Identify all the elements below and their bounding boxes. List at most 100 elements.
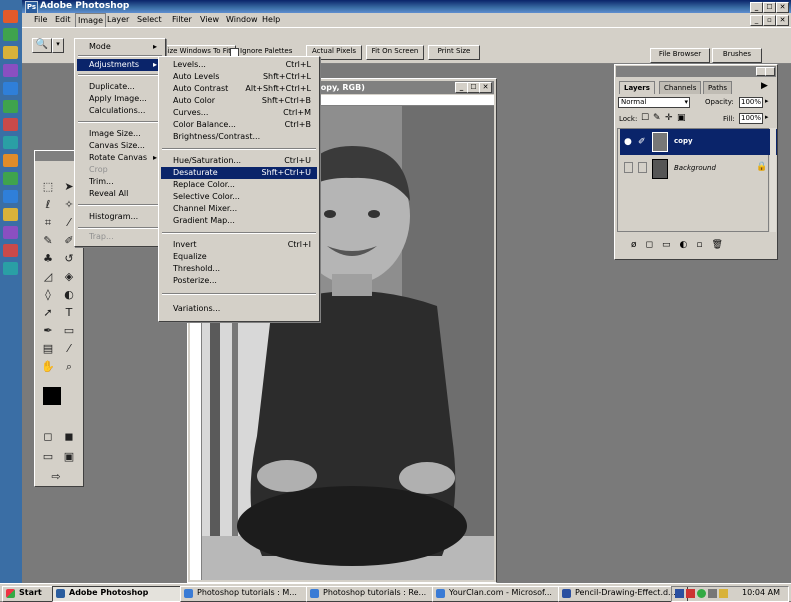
pen-tool-icon[interactable]: ✒ (39, 323, 57, 339)
hand-tool-icon[interactable]: ✋ (39, 359, 57, 375)
menu-item-rotate-canvas[interactable]: Rotate Canvas ▸ (77, 152, 163, 164)
menu-view[interactable]: View (200, 15, 219, 24)
zoom-tool-icon[interactable]: ⌕ (60, 359, 78, 375)
menu-item-levels[interactable]: Levels... Ctrl+L (161, 59, 317, 71)
tray-icon[interactable] (708, 589, 717, 598)
app-icon[interactable] (3, 208, 18, 221)
menu-item-posterize[interactable]: Posterize... (161, 275, 317, 287)
clock[interactable]: 10:04 AM (742, 587, 780, 599)
menu-item-gradient-map[interactable]: Gradient Map... (161, 215, 317, 227)
app-icon[interactable] (3, 10, 18, 23)
menu-item-reveal-all[interactable]: Reveal All (77, 188, 163, 200)
app-icon[interactable] (3, 28, 18, 41)
doc-close-button[interactable]: ✕ (776, 15, 789, 26)
menu-select[interactable]: Select (137, 15, 162, 24)
doc-restore-button[interactable]: ▫ (763, 15, 776, 26)
app-icon[interactable] (3, 172, 18, 185)
quick-mask-mode-icon[interactable]: ◼ (60, 429, 78, 445)
jump-to-imageready-icon[interactable]: ⇨ (47, 469, 65, 485)
foreground-color-swatch[interactable] (43, 387, 61, 405)
lock-all-icon[interactable]: ▣ (677, 113, 686, 123)
app-icon[interactable] (3, 64, 18, 77)
brushes-tab[interactable]: Brushes (712, 48, 762, 63)
palette-close-button[interactable] (765, 67, 775, 76)
menu-item-hue-saturation[interactable]: Hue/Saturation... Ctrl+U (161, 155, 317, 167)
layers-scrollbar[interactable] (770, 128, 776, 232)
lock-position-icon[interactable]: ✛ (665, 113, 673, 123)
full-screen-mode-icon[interactable]: ▣ (60, 449, 78, 465)
notes-tool-icon[interactable]: ▤ (39, 341, 57, 357)
menu-item-histogram[interactable]: Histogram... (77, 211, 163, 223)
paint-bucket-tool-icon[interactable]: ◈ (60, 269, 78, 285)
menu-help[interactable]: Help (262, 15, 280, 24)
minimize-button[interactable]: _ (750, 2, 763, 13)
tray-icon[interactable] (697, 589, 706, 598)
shape-tool-icon[interactable]: ▭ (60, 323, 78, 339)
menu-item-auto-levels[interactable]: Auto Levels Shft+Ctrl+L (161, 71, 317, 83)
healing-brush-tool-icon[interactable]: ✎ (39, 233, 57, 249)
layer-style-icon[interactable]: ø (631, 240, 646, 250)
taskbar-button-word[interactable]: Pencil-Drawing-Effect.d... (558, 586, 688, 602)
menu-layer[interactable]: Layer (107, 15, 129, 24)
layer-row[interactable]: Background 🔒 (620, 156, 777, 182)
menu-item-curves[interactable]: Curves... Ctrl+M (161, 107, 317, 119)
tab-channels[interactable]: Channels (659, 81, 702, 94)
tool-preset-dropdown[interactable]: ▾ (52, 38, 64, 53)
eye-slot[interactable] (624, 162, 633, 173)
eyedropper-tool-icon[interactable]: ⁄ (60, 341, 78, 357)
opacity-field[interactable]: 100% (739, 97, 763, 108)
menu-image[interactable]: Image (75, 13, 107, 28)
tray-icon[interactable] (675, 589, 684, 598)
adjustment-layer-icon[interactable]: ◐ (680, 240, 697, 250)
menu-item-apply-image[interactable]: Apply Image... (77, 93, 163, 105)
app-icon[interactable] (3, 226, 18, 239)
screen-mode-icon[interactable]: ▭ (39, 449, 57, 465)
menu-item-color-balance[interactable]: Color Balance... Ctrl+B (161, 119, 317, 131)
menu-item-variations[interactable]: Variations... (161, 303, 317, 315)
app-icon[interactable] (3, 244, 18, 257)
fill-field[interactable]: 100% (739, 113, 763, 124)
menu-file[interactable]: File (34, 15, 47, 24)
menu-window[interactable]: Window (226, 15, 258, 24)
menu-item-canvas-size[interactable]: Canvas Size... (77, 140, 163, 152)
menu-item-mode[interactable]: Mode ▸ (77, 41, 163, 53)
opacity-arrow-icon[interactable]: ▸ (765, 97, 769, 105)
menu-item-brightness-contrast[interactable]: Brightness/Contrast... (161, 131, 317, 143)
app-icon[interactable] (3, 100, 18, 113)
app-icon[interactable] (3, 154, 18, 167)
menu-item-invert[interactable]: Invert Ctrl+I (161, 239, 317, 251)
menu-item-threshold[interactable]: Threshold... (161, 263, 317, 275)
app-icon[interactable] (3, 262, 18, 275)
app-icon[interactable] (3, 136, 18, 149)
fill-arrow-icon[interactable]: ▸ (765, 113, 769, 121)
taskbar-button-photoshop[interactable]: Adobe Photoshop (52, 586, 194, 602)
trash-icon[interactable]: 🗑 (711, 240, 731, 250)
lasso-tool-icon[interactable]: ℓ (39, 197, 57, 213)
dodge-tool-icon[interactable]: ◐ (60, 287, 78, 303)
doc-minimize-button[interactable]: _ (750, 15, 763, 26)
new-set-icon[interactable]: ▭ (662, 240, 680, 250)
menu-item-equalize[interactable]: Equalize (161, 251, 317, 263)
maximize-button[interactable]: ☐ (763, 2, 776, 13)
blend-mode-select[interactable]: Normal ▾ (618, 97, 690, 108)
close-button[interactable]: ✕ (776, 2, 789, 13)
menu-item-auto-contrast[interactable]: Auto Contrast Alt+Shft+Ctrl+L (161, 83, 317, 95)
menu-filter[interactable]: Filter (172, 15, 192, 24)
crop-tool-icon[interactable]: ⌗ (39, 215, 57, 231)
menu-item-image-size[interactable]: Image Size... (77, 128, 163, 140)
tray-icon[interactable] (719, 589, 728, 598)
file-browser-tab[interactable]: File Browser (650, 48, 710, 63)
marquee-tool-icon[interactable]: ⬚ (39, 179, 57, 195)
print-size-button[interactable]: Print Size (428, 45, 480, 60)
menu-item-replace-color[interactable]: Replace Color... (161, 179, 317, 191)
blur-tool-icon[interactable]: ◊ (39, 287, 57, 303)
app-icon[interactable] (3, 46, 18, 59)
app-icon[interactable] (3, 82, 18, 95)
taskbar-button-ie-3[interactable]: YourClan.com - Microsof... (432, 586, 574, 602)
zoom-tool-icon[interactable]: 🔍 (32, 38, 52, 53)
lock-image-icon[interactable]: ✎ (653, 113, 661, 123)
menu-item-selective-color[interactable]: Selective Color... (161, 191, 317, 203)
menu-item-auto-color[interactable]: Auto Color Shft+Ctrl+B (161, 95, 317, 107)
eye-icon[interactable]: ● (624, 137, 632, 147)
menu-item-channel-mixer[interactable]: Channel Mixer... (161, 203, 317, 215)
